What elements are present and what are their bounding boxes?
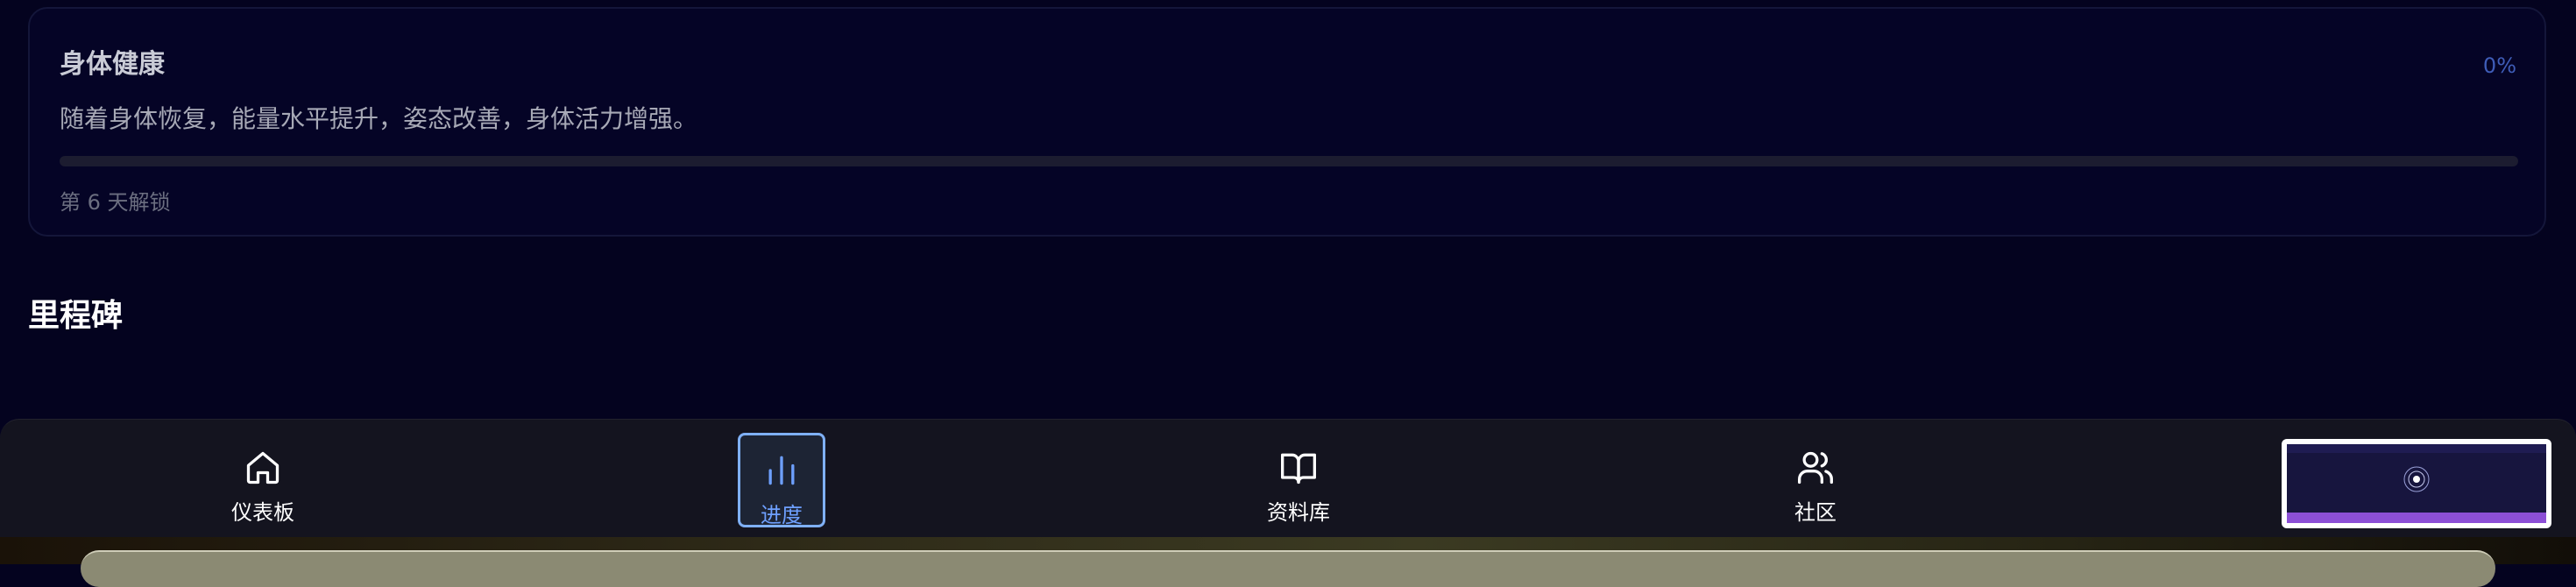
thumbnail-footer: [2287, 513, 2546, 523]
progress-card: 身体健康 0% 随着身体恢复，能量水平提升，姿态改善，身体活力增强。 第 6 天…: [28, 7, 2546, 237]
nav-item-dashboard[interactable]: 仪表板: [219, 433, 307, 527]
nav-item-progress[interactable]: 进度: [738, 433, 825, 527]
bottom-nav: 仪表板 进度 资料库 社区: [0, 419, 2576, 537]
progress-percent: 0%: [2482, 53, 2516, 78]
home-icon: [243, 449, 283, 491]
nav-item-community[interactable]: 社区: [1772, 433, 1859, 527]
bar-chart-icon: [761, 451, 802, 493]
book-icon: [1278, 449, 1319, 491]
thumbnail-header: [2287, 444, 2546, 453]
users-icon: [1795, 449, 1836, 491]
progress-bar: [60, 156, 2518, 166]
preview-thumbnail[interactable]: [2282, 439, 2551, 528]
nav-label: 仪表板: [231, 500, 294, 525]
target-icon: [2403, 466, 2430, 492]
unlock-text: 第 6 天解锁: [60, 190, 171, 215]
nav-label: 进度: [761, 503, 803, 527]
milestones-heading: 里程碑: [28, 298, 124, 334]
nav-label: 社区: [1794, 500, 1836, 525]
background-sheet: [81, 550, 2495, 587]
card-description: 随着身体恢复，能量水平提升，姿态改善，身体活力增强。: [60, 104, 698, 133]
card-title: 身体健康: [60, 49, 165, 80]
nav-label: 资料库: [1267, 500, 1330, 525]
nav-item-library[interactable]: 资料库: [1255, 433, 1342, 527]
